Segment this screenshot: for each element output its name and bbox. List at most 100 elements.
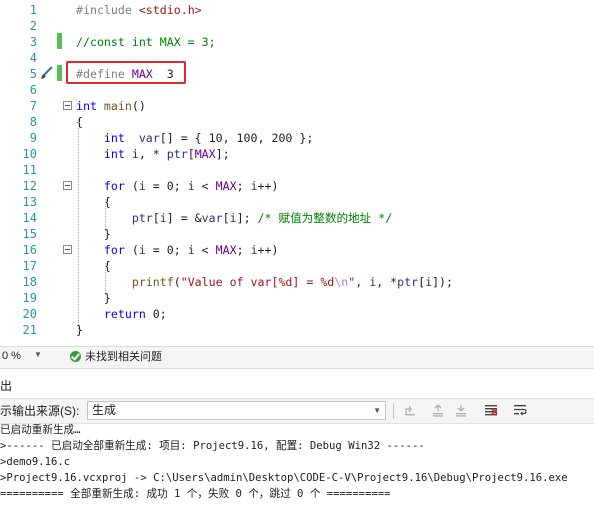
output-toolbar: 示输出来源(S): 生成 ▼ <box>0 398 594 424</box>
line-number: 10 <box>22 147 37 161</box>
code-text: for (i = 0; i < MAX; i++) <box>76 178 279 194</box>
code-token: //const int MAX = 3; <box>76 35 216 49</box>
code-token: "Value of var[%d] = %d <box>180 275 335 289</box>
code-token: ptr <box>166 147 188 161</box>
line-number: 11 <box>22 163 37 177</box>
code-token: i <box>229 211 237 225</box>
code-token: var <box>138 131 160 145</box>
code-token: i <box>138 243 146 257</box>
fold-toggle-main[interactable] <box>63 101 72 110</box>
fold-toggle-for-2[interactable] <box>63 245 72 254</box>
code-token: [ <box>187 147 195 161</box>
next-message-icon[interactable] <box>454 403 468 417</box>
code-token: i <box>250 179 258 193</box>
code-line[interactable]: 13 { <box>0 194 594 210</box>
code-token: MAX <box>215 179 237 193</box>
line-number: 7 <box>29 99 37 113</box>
code-token: \n <box>334 275 349 289</box>
line-number: 16 <box>22 243 37 257</box>
code-token: 0; <box>152 307 167 321</box>
code-line[interactable]: 9 int var[] = { 10, 100, 200 }; <box>0 130 594 146</box>
code-token: [ <box>152 211 160 225</box>
code-token: MAX <box>194 147 216 161</box>
code-token: ; <box>236 179 251 193</box>
previous-message-icon[interactable] <box>431 403 445 417</box>
indent-guide <box>105 199 106 231</box>
line-number: 13 <box>22 195 37 209</box>
brush-icon[interactable] <box>39 66 53 80</box>
line-number: 9 <box>29 131 37 145</box>
code-line[interactable]: 3 //const int MAX = 3; <box>0 34 594 50</box>
code-token: i <box>138 179 146 193</box>
code-token: ptr <box>131 211 153 225</box>
code-token: ; <box>236 243 251 257</box>
line-number: 3 <box>29 35 37 49</box>
code-line[interactable]: 6 <box>0 82 594 98</box>
code-token: i <box>425 275 433 289</box>
code-editor[interactable]: 1 #include <stdio.h> 2 3 //const int MAX = 3… <box>0 0 594 346</box>
code-line[interactable]: 19 } <box>0 290 594 306</box>
code-token: < <box>194 179 216 193</box>
code-line[interactable]: 16 for (i = 0; i < MAX; i++) <box>0 242 594 258</box>
code-token: ( <box>173 275 181 289</box>
chevron-down-icon: ▼ <box>373 406 381 415</box>
code-line[interactable]: 2 <box>0 18 594 34</box>
line-number: 21 <box>22 323 37 337</box>
line-number: 2 <box>29 19 37 33</box>
code-line[interactable]: 21} <box>0 322 594 338</box>
issues-status[interactable]: 未找到相关问题 <box>85 350 162 364</box>
code-token: var <box>201 211 223 225</box>
line-number: 6 <box>29 83 37 97</box>
code-line[interactable]: 8{ <box>0 114 594 130</box>
code-text: ptr[i] = &var[i]; /* 赋值为整数的地址 */ <box>76 210 392 226</box>
code-line[interactable]: 1 #include <stdio.h> <box>0 2 594 18</box>
line-number: 4 <box>29 51 37 65</box>
code-line[interactable]: 17 { <box>0 258 594 274</box>
code-token: i <box>250 243 258 257</box>
line-number: 12 <box>22 179 37 193</box>
indent-guide <box>105 263 106 295</box>
code-token: [] = { 10, 100, 200 }; <box>159 131 314 145</box>
code-line[interactable]: 14 ptr[i] = &var[i]; /* 赋值为整数的地址 */ <box>0 210 594 226</box>
code-token: ]; <box>215 147 230 161</box>
code-line[interactable]: 12 for (i = 0; i < MAX; i++) <box>0 178 594 194</box>
code-line[interactable]: 7 int main() <box>0 98 594 114</box>
indent-guide <box>78 119 79 329</box>
code-text: //const int MAX = 3; <box>76 34 216 50</box>
word-wrap-icon[interactable] <box>513 403 527 417</box>
code-line[interactable]: 10 int i, * ptr[MAX]; <box>0 146 594 162</box>
output-source-select[interactable]: 生成 ▼ <box>87 401 386 420</box>
line-number: 20 <box>22 307 37 321</box>
chevron-down-icon[interactable]: ▼ <box>34 350 42 359</box>
goto-location-icon[interactable] <box>403 403 417 417</box>
output-source-value: 生成 <box>92 403 117 417</box>
code-text: int i, * ptr[MAX]; <box>76 146 230 162</box>
code-line[interactable]: 20 return 0; <box>0 306 594 322</box>
code-line[interactable]: 15 } <box>0 226 594 242</box>
output-line: >Project9.16.vcxproj -> C:\Users\admin\D… <box>0 472 568 484</box>
code-line[interactable]: 11 <box>0 162 594 178</box>
check-circle-icon <box>70 351 81 362</box>
line-number: 8 <box>29 115 37 129</box>
code-token: < <box>194 243 216 257</box>
code-token: int <box>103 147 132 161</box>
code-token: for <box>103 243 132 257</box>
code-token: int <box>103 131 132 145</box>
code-token: ptr <box>397 275 419 289</box>
line-number: 14 <box>22 211 37 225</box>
line-number: 19 <box>22 291 37 305</box>
code-token: = 0; <box>145 243 188 257</box>
code-token: i <box>187 179 195 193</box>
code-token: [ <box>222 211 230 225</box>
clear-all-icon[interactable] <box>484 403 498 417</box>
line-number: 17 <box>22 259 37 273</box>
code-text: for (i = 0; i < MAX; i++) <box>76 242 279 258</box>
toolbar-separator <box>393 403 394 419</box>
code-line[interactable]: 18 printf("Value of var[%d] = %d\n", i, … <box>0 274 594 290</box>
fold-toggle-for-1[interactable] <box>63 181 72 190</box>
code-token: ++) <box>257 243 279 257</box>
